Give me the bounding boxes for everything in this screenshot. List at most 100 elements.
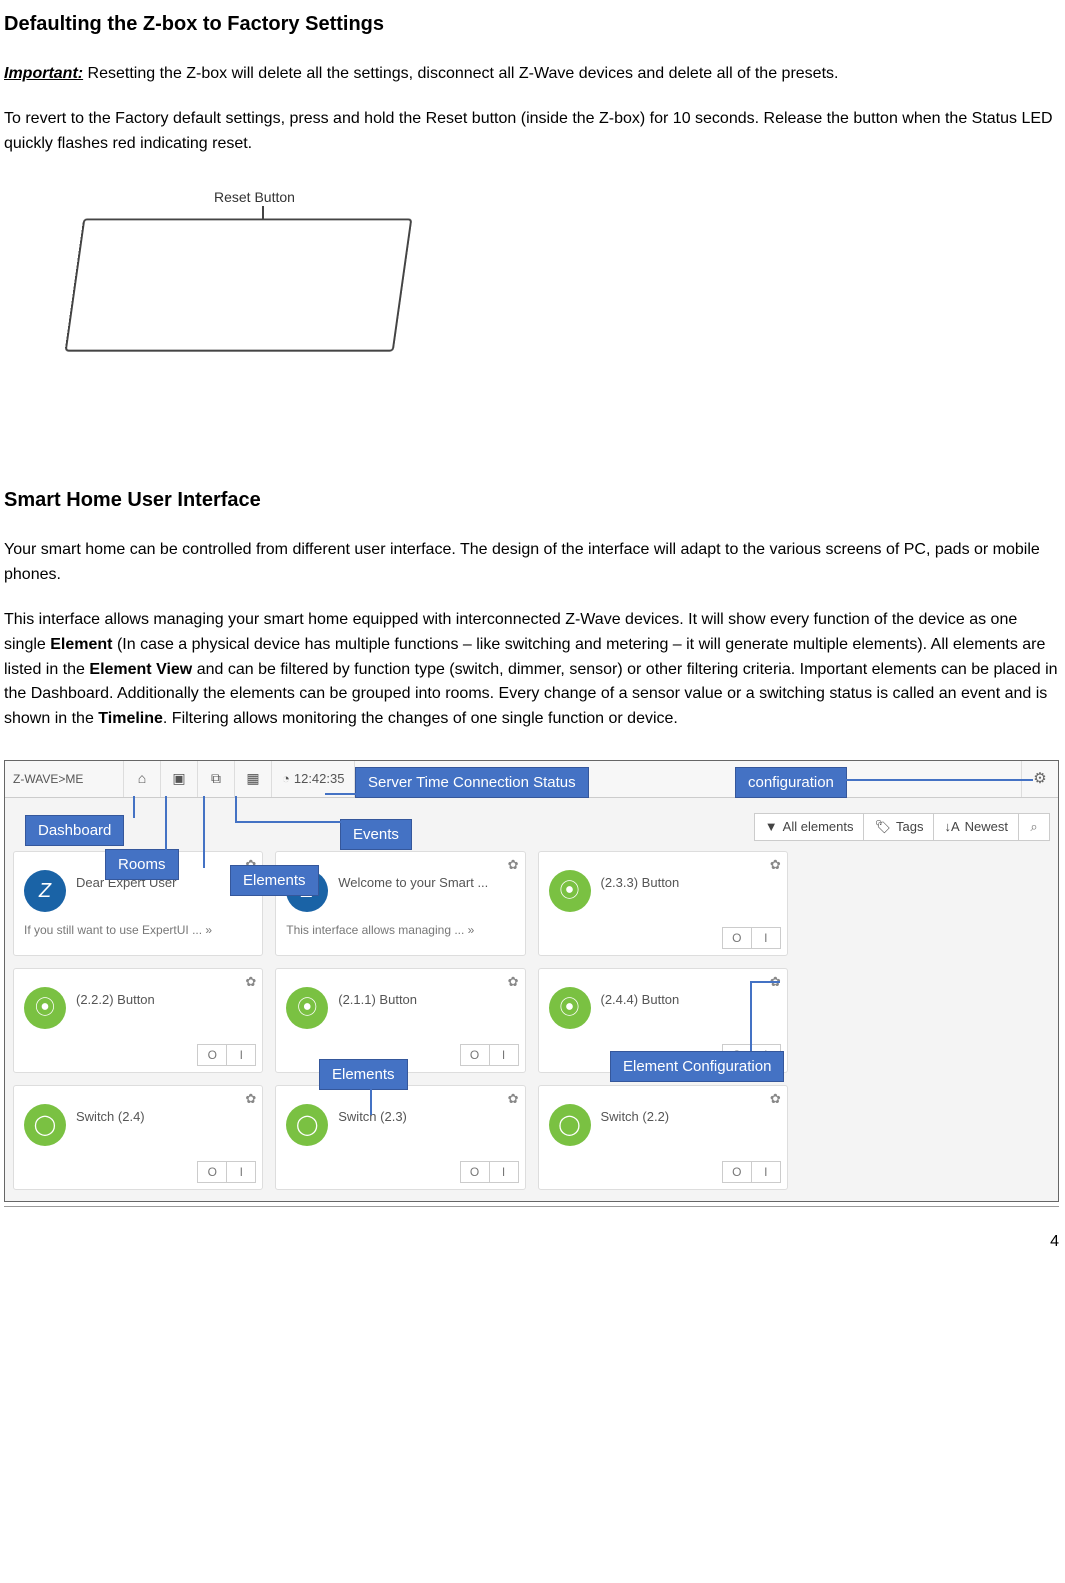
- filter-bar: ▼All elements 🏷 Tags ↓A Newest ⌕: [754, 813, 1050, 841]
- tag-icon: 🏷: [874, 818, 891, 836]
- toggle-switch[interactable]: OI: [198, 1044, 256, 1066]
- anno-line: [325, 793, 361, 795]
- anno-line: [165, 796, 167, 850]
- heading-smart-home-ui: Smart Home User Interface: [4, 486, 1059, 514]
- ui-screenshot: Z-WAVE>ME ⌂ ▣ ⧉ ▦ ◔ 12:42:35 ⚙ ▼All elem…: [4, 760, 1059, 1202]
- filter-newest-label: Newest: [965, 818, 1008, 836]
- elements-icon[interactable]: ⧉: [198, 761, 235, 797]
- filter-all-elements[interactable]: ▼All elements: [754, 813, 865, 841]
- zwave-icon: Z: [24, 870, 66, 912]
- card-title: Welcome to your Smart ...: [338, 874, 516, 892]
- anno-elements-bottom: Elements: [319, 1059, 408, 1090]
- toggle-off[interactable]: O: [197, 1044, 227, 1066]
- button-icon: ⦿: [549, 870, 591, 912]
- toggle-on[interactable]: I: [489, 1044, 519, 1066]
- paragraph-important: Important: Resetting the Z-box will dele…: [4, 62, 1059, 87]
- card-title: (2.1.1) Button: [338, 991, 516, 1009]
- anno-elements-top: Elements: [230, 865, 319, 896]
- toggle-on[interactable]: I: [226, 1044, 256, 1066]
- figure-device-outline: [65, 219, 413, 352]
- paragraph-intro: Your smart home can be controlled from d…: [4, 538, 1059, 588]
- anno-line: [235, 796, 237, 822]
- anno-configuration: configuration: [735, 767, 847, 798]
- card-button-211: ✿ ⦿ (2.1.1) Button OI: [275, 968, 525, 1073]
- toggle-on[interactable]: I: [751, 927, 781, 949]
- card-gear-icon[interactable]: ✿: [245, 1090, 256, 1108]
- card-gear-icon[interactable]: ✿: [508, 856, 519, 874]
- switch-icon: ◯: [286, 1104, 328, 1146]
- toggle-off[interactable]: O: [722, 927, 752, 949]
- card-title: Switch (2.4): [76, 1108, 254, 1126]
- para2-part-d: . Filtering allows monitoring the change…: [163, 710, 678, 727]
- card-button-233: ✿ ⦿ (2.3.3) Button OI: [538, 851, 788, 956]
- card-gear-icon[interactable]: ✿: [508, 1090, 519, 1108]
- toggle-on[interactable]: I: [751, 1161, 781, 1183]
- search-button[interactable]: ⌕: [1018, 813, 1050, 841]
- clock-icon: ◔: [282, 770, 290, 788]
- card-gear-icon[interactable]: ✿: [508, 973, 519, 991]
- card-gear-icon[interactable]: ✿: [245, 973, 256, 991]
- card-title: Switch (2.3): [338, 1108, 516, 1126]
- figure-reset-button: Reset Button: [4, 176, 454, 476]
- toggle-switch[interactable]: OI: [198, 1161, 256, 1183]
- switch-icon: ◯: [549, 1104, 591, 1146]
- heading-default-factory: Defaulting the Z-box to Factory Settings: [4, 10, 1059, 38]
- term-element: Element: [50, 636, 112, 653]
- toggle-switch[interactable]: OI: [723, 927, 781, 949]
- toggle-on[interactable]: I: [489, 1161, 519, 1183]
- card-title: (2.4.4) Button: [601, 991, 779, 1009]
- card-gear-icon[interactable]: ✿: [770, 856, 781, 874]
- anno-line: [370, 1085, 372, 1115]
- card-button-222: ✿ ⦿ (2.2.2) Button OI: [13, 968, 263, 1073]
- term-element-view: Element View: [89, 661, 192, 678]
- filter-tags[interactable]: 🏷 Tags: [863, 813, 934, 841]
- rooms-icon[interactable]: ▣: [161, 761, 198, 797]
- anno-line: [750, 981, 780, 983]
- switch-icon: ◯: [24, 1104, 66, 1146]
- toggle-switch[interactable]: OI: [461, 1161, 519, 1183]
- events-icon[interactable]: ▦: [235, 761, 272, 797]
- filter-tags-label: Tags: [896, 818, 923, 836]
- anno-line: [203, 796, 205, 868]
- term-timeline: Timeline: [98, 710, 163, 727]
- home-icon[interactable]: ⌂: [124, 761, 161, 797]
- brand-label: Z-WAVE>ME: [5, 761, 124, 797]
- figure-callout-text: Reset Button: [214, 188, 295, 208]
- toggle-off[interactable]: O: [722, 1161, 752, 1183]
- toggle-switch[interactable]: OI: [723, 1161, 781, 1183]
- important-text: Resetting the Z-box will delete all the …: [83, 65, 838, 82]
- anno-line: [750, 981, 752, 1051]
- toggle-on[interactable]: I: [226, 1161, 256, 1183]
- card-title: (2.3.3) Button: [601, 874, 779, 892]
- toggle-switch[interactable]: OI: [461, 1044, 519, 1066]
- card-switch-23: ✿ ◯ Switch (2.3) OI: [275, 1085, 525, 1190]
- button-icon: ⦿: [24, 987, 66, 1029]
- cards-grid: ✿ Z Dear Expert User If you still want t…: [5, 843, 1058, 1201]
- anno-line: [843, 779, 1033, 781]
- button-icon: ⦿: [286, 987, 328, 1029]
- anno-events: Events: [340, 819, 412, 850]
- card-switch-22: ✿ ◯ Switch (2.2) OI: [538, 1085, 788, 1190]
- clock-display: ◔ 12:42:35: [272, 761, 355, 797]
- button-icon: ⦿: [549, 987, 591, 1029]
- card-subtitle: If you still want to use ExpertUI ... »: [24, 922, 212, 939]
- toggle-off[interactable]: O: [197, 1161, 227, 1183]
- footer-divider: [4, 1206, 1059, 1207]
- paragraph-factory-reset: To revert to the Factory default setting…: [4, 107, 1059, 157]
- filter-all-label: All elements: [783, 818, 854, 836]
- anno-server-time: Server Time Connection Status: [355, 767, 589, 798]
- anno-line: [133, 796, 135, 818]
- important-label: Important:: [4, 65, 83, 82]
- anno-rooms: Rooms: [105, 849, 179, 880]
- anno-element-config: Element Configuration: [610, 1051, 784, 1082]
- paragraph-interface-detail: This interface allows managing your smar…: [4, 608, 1059, 732]
- page-number: 4: [4, 1231, 1059, 1253]
- toggle-off[interactable]: O: [460, 1161, 490, 1183]
- anno-dashboard: Dashboard: [25, 815, 124, 846]
- sort-icon: ↓A: [944, 818, 959, 836]
- anno-line: [235, 821, 345, 823]
- filter-newest[interactable]: ↓A Newest: [933, 813, 1019, 841]
- card-subtitle: This interface allows managing ... »: [286, 922, 474, 939]
- card-gear-icon[interactable]: ✿: [770, 1090, 781, 1108]
- toggle-off[interactable]: O: [460, 1044, 490, 1066]
